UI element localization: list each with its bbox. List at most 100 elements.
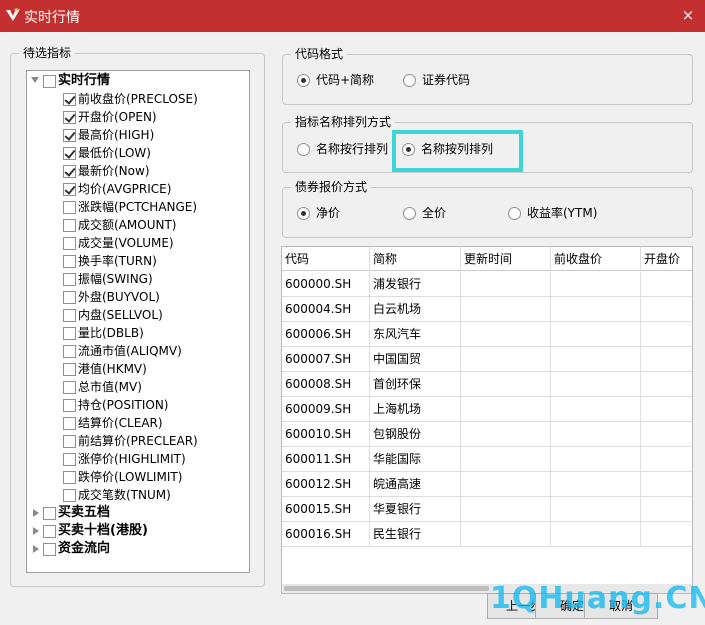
tree-item-label: 流通市值(ALIQMV) xyxy=(78,344,182,358)
tree-item-checkbox[interactable] xyxy=(63,219,76,232)
tree-item-label: 量比(DBLB) xyxy=(78,326,144,340)
tree-item-checkbox[interactable] xyxy=(63,471,76,484)
tree-item-checkbox[interactable] xyxy=(63,165,76,178)
tree-item-checkbox[interactable] xyxy=(63,327,76,340)
tree-item-checkbox[interactable] xyxy=(63,345,76,358)
tree-item[interactable]: 涨跌幅(PCTCHANGE) xyxy=(27,198,249,216)
tree-item[interactable]: 成交量(VOLUME) xyxy=(27,234,249,252)
tree-item-checkbox[interactable] xyxy=(63,435,76,448)
close-button[interactable]: × xyxy=(679,7,697,25)
column-header[interactable]: 简称 xyxy=(370,247,461,271)
expand-arrow-icon[interactable] xyxy=(33,509,39,517)
table-cell: 600004.SH xyxy=(282,297,370,322)
tree-item[interactable]: 成交笔数(TNUM) xyxy=(27,486,249,504)
tree-item-label: 总市值(MV) xyxy=(78,380,142,394)
tree-item-checkbox[interactable] xyxy=(63,381,76,394)
name-order-option-label[interactable]: 名称按行排列 xyxy=(316,142,388,156)
cancel-button[interactable]: 取消 xyxy=(584,593,658,619)
tree-checkbox[interactable] xyxy=(43,543,56,556)
tree-item[interactable]: 均价(AVGPRICE) xyxy=(27,180,249,198)
column-header[interactable]: 开盘价 xyxy=(641,247,692,271)
tree-item[interactable]: 结算价(CLEAR) xyxy=(27,414,249,432)
tree-group[interactable]: 资金流向 xyxy=(27,540,249,558)
tree-item-checkbox[interactable] xyxy=(63,273,76,286)
tree-item[interactable]: 港值(HKMV) xyxy=(27,360,249,378)
expand-arrow-icon[interactable] xyxy=(31,77,39,83)
table-cell: 600012.SH xyxy=(282,472,370,497)
tree-item[interactable]: 外盘(BUYVOL) xyxy=(27,288,249,306)
code-format-option-label[interactable]: 代码+简称 xyxy=(316,73,374,87)
code-format-title: 代码格式 xyxy=(291,47,348,61)
tree-item[interactable]: 量比(DBLB) xyxy=(27,324,249,342)
expand-arrow-icon[interactable] xyxy=(33,545,39,553)
tree-item-checkbox[interactable] xyxy=(63,129,76,142)
bond-quote-radio-2[interactable] xyxy=(508,207,521,220)
bond-quote-radio-1[interactable] xyxy=(403,207,416,220)
tree-checkbox[interactable] xyxy=(43,507,56,520)
tree-item[interactable]: 成交额(AMOUNT) xyxy=(27,216,249,234)
tree-item-label: 最低价(LOW) xyxy=(78,146,151,160)
tree-item-checkbox[interactable] xyxy=(63,183,76,196)
tree-group-realtime[interactable]: 实时行情 xyxy=(27,72,249,90)
tree-checkbox[interactable] xyxy=(43,75,56,88)
bond-quote-option-label[interactable]: 收益率(YTM) xyxy=(527,206,597,220)
tree-item-checkbox[interactable] xyxy=(63,363,76,376)
tree-item[interactable]: 换手率(TURN) xyxy=(27,252,249,270)
tree-item-checkbox[interactable] xyxy=(63,201,76,214)
tree-item[interactable]: 开盘价(OPEN) xyxy=(27,108,249,126)
tree-item-checkbox[interactable] xyxy=(63,255,76,268)
tree-item-checkbox[interactable] xyxy=(63,291,76,304)
bond-quote-option-label[interactable]: 净价 xyxy=(316,206,340,220)
table-cell xyxy=(641,447,692,472)
tree-item[interactable]: 最新价(Now) xyxy=(27,162,249,180)
table-cell xyxy=(551,522,641,547)
tree-item[interactable]: 前收盘价(PRECLOSE) xyxy=(27,90,249,108)
title-bar: 实时行情 × xyxy=(0,0,705,32)
tree-item-checkbox[interactable] xyxy=(63,237,76,250)
table-cell xyxy=(461,522,551,547)
tree-item-checkbox[interactable] xyxy=(63,453,76,466)
code-format-radio-1[interactable] xyxy=(403,74,416,87)
tree-group[interactable]: 买卖十档(港股) xyxy=(27,522,249,540)
tree-group[interactable]: 买卖五档 xyxy=(27,504,249,522)
tree-item-label: 跌停价(LOWLIMIT) xyxy=(78,470,183,484)
tree-item[interactable]: 前结算价(PRECLEAR) xyxy=(27,432,249,450)
bond-quote-radio-0[interactable] xyxy=(297,207,310,220)
indicator-tree: 实时行情 前收盘价(PRECLOSE) 开盘价(OPEN) 最高价(HIGH) 最低价… xyxy=(26,70,250,573)
tree-item[interactable]: 最高价(HIGH) xyxy=(27,126,249,144)
table-cell xyxy=(461,397,551,422)
code-format-radio-0[interactable] xyxy=(297,74,310,87)
scrollbar-thumb[interactable] xyxy=(284,586,489,591)
table-cell xyxy=(641,272,692,297)
tree-item-checkbox[interactable] xyxy=(63,93,76,106)
tree-item[interactable]: 振幅(SWING) xyxy=(27,270,249,288)
tree-item-label: 外盘(BUYVOL) xyxy=(78,290,160,304)
tree-item[interactable]: 流通市值(ALIQMV) xyxy=(27,342,249,360)
tree-item-checkbox[interactable] xyxy=(63,147,76,160)
tree-item[interactable]: 涨停价(HIGHLIMIT) xyxy=(27,450,249,468)
name-order-radio-0[interactable] xyxy=(297,143,310,156)
column-header[interactable]: 前收盘价 xyxy=(551,247,641,271)
tree-item[interactable]: 总市值(MV) xyxy=(27,378,249,396)
tree-item[interactable]: 跌停价(LOWLIMIT) xyxy=(27,468,249,486)
horizontal-scrollbar[interactable] xyxy=(282,584,692,593)
table-cell: 600007.SH xyxy=(282,347,370,372)
column-header[interactable]: 更新时间 xyxy=(461,247,551,271)
expand-arrow-icon[interactable] xyxy=(33,527,39,535)
tree-item-checkbox[interactable] xyxy=(63,309,76,322)
tree-item-checkbox[interactable] xyxy=(63,399,76,412)
table-cell xyxy=(461,447,551,472)
table-cell: 上海机场 xyxy=(370,397,461,422)
tree-item-checkbox[interactable] xyxy=(63,417,76,430)
table-cell: 600000.SH xyxy=(282,272,370,297)
tree-item[interactable]: 持仓(POSITION) xyxy=(27,396,249,414)
tree-checkbox[interactable] xyxy=(43,525,56,538)
tree-item[interactable]: 最低价(LOW) xyxy=(27,144,249,162)
tree-item-checkbox[interactable] xyxy=(63,489,76,502)
tree-item[interactable]: 内盘(SELLVOL) xyxy=(27,306,249,324)
preview-table[interactable]: 代码 简称 更新时间 前收盘价 开盘价 600000.SH 浦发银行 600004.SH 白云… xyxy=(281,246,693,594)
tree-item-checkbox[interactable] xyxy=(63,111,76,124)
column-header[interactable]: 代码 xyxy=(282,247,370,271)
bond-quote-option-label[interactable]: 全价 xyxy=(422,206,446,220)
code-format-option-label[interactable]: 证券代码 xyxy=(422,73,470,87)
